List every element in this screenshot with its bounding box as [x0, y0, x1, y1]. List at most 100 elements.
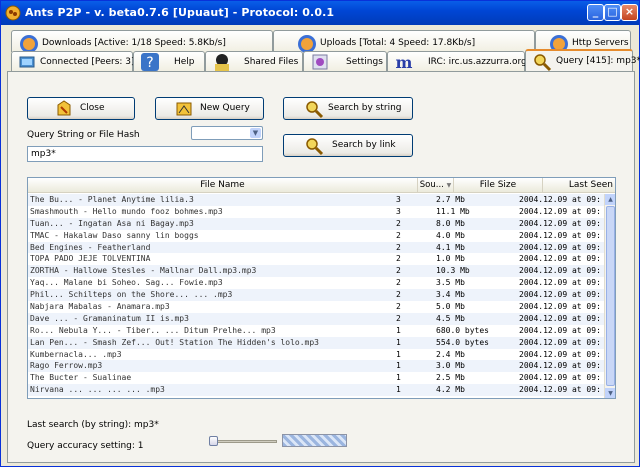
scroll-up-icon[interactable]: ▲	[605, 194, 615, 205]
file-name-cell: Dave ... - Gramaninatum II is.mp3	[30, 313, 189, 323]
last-seen-cell: 2004.12.09 at 09:	[519, 396, 609, 398]
last-search-status: Last search (by string): mp3*	[27, 420, 159, 430]
close-window-button[interactable]: ×	[621, 4, 638, 21]
table-row[interactable]: Phil... Schilteps on the Shore... ... .m…	[28, 289, 606, 302]
file-name-cell: Ro... Nebula Y... - Tiber.. ... Ditum Pr…	[30, 325, 276, 335]
file-name-cell: TMAC - Hakalaw Daso sanny lin boggs	[30, 230, 199, 240]
table-row[interactable]: TMAC - Hakalaw Daso sanny lin boggs 2 4.0 …	[28, 230, 606, 242]
tab-help[interactable]: ? Help	[133, 51, 205, 71]
table-row[interactable]: Ro... Nebula Y... - Tiber.. ... Ditum Pr…	[28, 325, 606, 337]
table-row[interactable]: TOPA PADO JEJE TOLVENTINA 2 1.0 Mb 2004.12.…	[28, 253, 606, 265]
accuracy-slider-thumb[interactable]	[209, 436, 218, 446]
last-seen-cell: 2004.12.09 at 09:	[519, 218, 601, 228]
search-by-string-button[interactable]: Search by string	[283, 97, 413, 120]
last-seen-cell: 2004.12.09 at 09:	[519, 254, 601, 264]
file-size-cell: 3.0 Mb	[436, 361, 465, 371]
file-name-cell: Phil... Schilteps on the Shore... ... .m…	[30, 290, 233, 300]
tab-query[interactable]: Query [415]: mp3*	[525, 49, 640, 72]
file-size-cell: 4.5 Mb	[436, 313, 465, 323]
file-size-cell: 2.7 Mb	[436, 195, 465, 204]
accuracy-slider-track[interactable]	[211, 440, 277, 443]
tab-shared-files[interactable]: Shared Files	[205, 51, 303, 71]
last-seen-cell: 2004.12.09 at 09:	[519, 325, 601, 335]
table-row[interactable]: ZORTHA - Hallowe Stesles - Mallnar Dall.…	[28, 265, 606, 278]
query-string-input[interactable]	[27, 146, 263, 162]
file-size-cell: 1.4 Mb	[436, 396, 516, 398]
close-query-icon	[57, 100, 71, 116]
sources-cell: 1	[396, 396, 424, 398]
close-button-label: Close	[80, 103, 105, 113]
table-row[interactable]: Dave ... - Gramaninatum II is.mp3 2 4.5 Mb…	[28, 312, 606, 325]
column-last-seen[interactable]: Last Seen	[543, 178, 615, 193]
title-bar[interactable]: Ants P2P - v. beta0.7.6 [Upuaut] - Proto…	[1, 1, 639, 25]
table-row[interactable]: Yaq... Malane bi Soheo. Sag... Fowie.mp3…	[28, 277, 606, 289]
last-seen-cell: 2004.12.09 at 09:	[519, 195, 601, 204]
file-size-cell: 10.3 Mb	[436, 266, 470, 276]
last-seen-cell: 2004.12.09 at 09:	[519, 230, 601, 240]
table-row[interactable]: Rago Ferrow.mp3 1 3.0 Mb 2004.12.09 at 09:	[28, 360, 606, 373]
table-row[interactable]: Tuan... - Ingatan Asa ni Bagay.mp3 2 8.0 M…	[28, 217, 606, 230]
shared-files-icon	[215, 54, 229, 71]
file-name-cell: Lan Pen... - Smash Zef... Out! Station T…	[30, 337, 319, 347]
file-size-cell: 5.0 Mb	[436, 302, 465, 312]
new-query-icon	[176, 102, 192, 116]
column-sources[interactable]: Sou... ▼	[418, 178, 454, 193]
sources-cell: 2	[396, 313, 401, 323]
sources-cell: 2	[396, 254, 401, 264]
new-query-button[interactable]: New Query	[155, 97, 264, 120]
last-seen-cell: 2004.12.09 at 09:	[519, 278, 601, 288]
file-size-cell: 3.5 Mb	[436, 278, 465, 288]
last-seen-cell: 2004.12.09 at 09:	[519, 349, 601, 359]
help-icon: ?	[141, 53, 159, 71]
sources-cell: 2	[396, 242, 401, 252]
query-type-dropdown[interactable]: ▼	[191, 126, 263, 140]
tab-irc[interactable]: m IRC: irc.us.azzurra.org	[387, 51, 527, 72]
tab-help-label: Help	[174, 57, 195, 67]
close-button[interactable]: Close	[27, 97, 135, 120]
sources-cell: 1	[396, 325, 401, 335]
tab-uploads-label: Uploads [Total: 4 Speed: 17.8Kb/s]	[320, 38, 476, 48]
sort-desc-icon: ▼	[446, 182, 452, 189]
results-table: File Name Sou... ▼ File Size Last Seen T…	[27, 177, 616, 399]
file-size-cell: 3.4 Mb	[436, 290, 465, 300]
search-string-icon	[306, 101, 324, 119]
last-seen-cell: 2004.12.09 at 09:	[519, 206, 601, 216]
settings-icon	[312, 54, 328, 70]
file-name-cell: ZORTHA - Hallowe Stesles - Mallnar Dall.…	[30, 266, 257, 276]
tab-downloads[interactable]: Downloads [Active: 1/18 Speed: 5.8Kb/s]	[11, 30, 273, 53]
tab-shared-files-label: Shared Files	[244, 57, 299, 67]
minimize-button[interactable]: _	[587, 4, 604, 21]
table-row[interactable]: Lan Pen... - Smash Zef... Out! Station T…	[28, 336, 606, 349]
last-seen-cell: 2004.12.09 at 09:	[519, 302, 601, 312]
main-window: Ants P2P - v. beta0.7.6 [Upuaut] - Proto…	[0, 0, 640, 467]
table-row[interactable]: Nabjara Mabalas - Anamara.mp3 2 5.0 Mb 2004…	[28, 301, 606, 313]
tab-settings[interactable]: Settings	[303, 51, 387, 71]
chevron-down-icon[interactable]: ▼	[250, 128, 261, 138]
search-by-link-button[interactable]: Search by link	[283, 134, 413, 157]
new-query-button-label: New Query	[200, 103, 250, 113]
table-row[interactable]: Bhima Lee and Stoner Looper -.mp3 1 1.4 Mb…	[28, 396, 609, 398]
sources-cell: 2	[396, 266, 401, 276]
table-row[interactable]: Smashmouth - Hello mundo fooz bohmes.mp3…	[28, 206, 606, 218]
maximize-button[interactable]: □	[604, 4, 621, 21]
table-row[interactable]: The Bucter - Sualinae 1 2.5 Mb 2004.12.09 a…	[28, 372, 606, 384]
column-file-name[interactable]: File Name	[28, 178, 418, 193]
file-size-cell: 4.2 Mb	[436, 385, 465, 395]
scroll-thumb[interactable]	[606, 206, 615, 386]
irc-icon: m	[396, 53, 413, 72]
file-name-cell: Bed Engines - Featherland	[30, 242, 151, 252]
ants-app-icon	[5, 5, 21, 21]
table-row[interactable]: Kumbernacla... .mp3 1 2.4 Mb 2004.12.09 at …	[28, 349, 606, 361]
table-row[interactable]: The Bu... - Planet Anytime lilia.3 3 2.7 M…	[28, 194, 606, 206]
sources-cell: 1	[396, 385, 401, 395]
tab-uploads[interactable]: Uploads [Total: 4 Speed: 17.8Kb/s]	[273, 30, 535, 53]
search-by-link-label: Search by link	[332, 140, 396, 150]
scroll-down-icon[interactable]: ▼	[605, 388, 615, 398]
column-file-size[interactable]: File Size	[454, 178, 543, 193]
file-name-cell: Tuan... - Ingatan Asa ni Bagay.mp3	[30, 218, 194, 228]
table-row[interactable]: Nirvana ... ... ... ... .mp3 1 4.2 Mb 2004.…	[28, 384, 606, 397]
table-row[interactable]: Bed Engines - Featherland 2 4.1 Mb 2004.12.…	[28, 241, 606, 254]
results-vertical-scrollbar[interactable]: ▲ ▼	[604, 194, 615, 398]
tab-connected[interactable]: Connected [Peers: 3]	[11, 51, 135, 71]
file-size-cell: 680.0 bytes	[436, 325, 489, 335]
